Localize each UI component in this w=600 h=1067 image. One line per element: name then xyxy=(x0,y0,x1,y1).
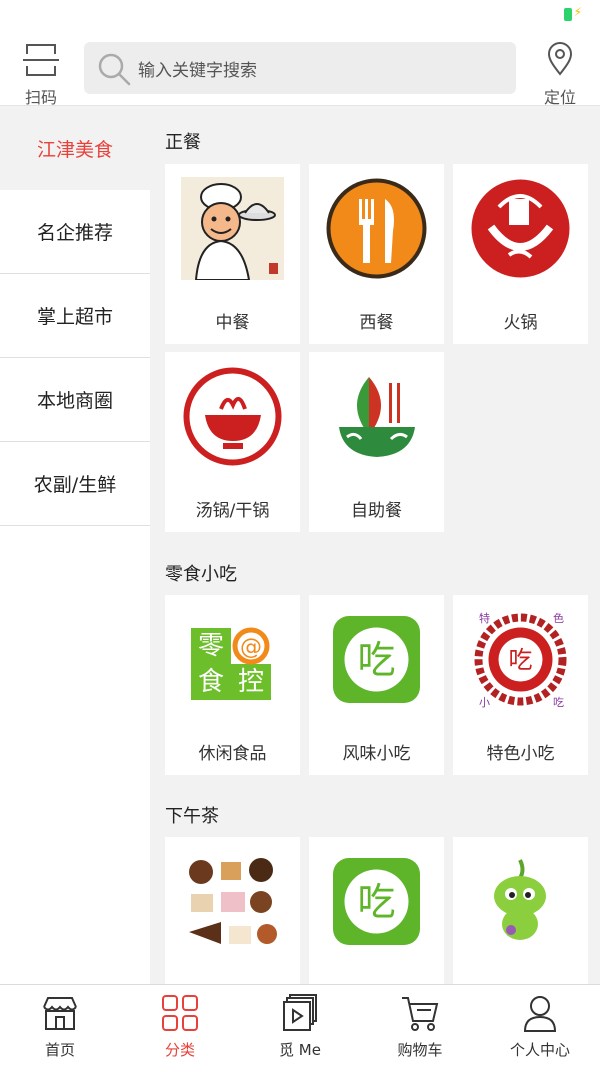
location-pin-icon xyxy=(547,42,573,76)
chi-icon: 吃 xyxy=(333,858,420,945)
person-icon xyxy=(523,996,557,1032)
svg-text:色: 色 xyxy=(553,611,564,625)
category-label: 中餐 xyxy=(215,313,250,333)
mascot-icon xyxy=(494,859,546,940)
category-buffet[interactable]: 自助餐 xyxy=(309,352,444,532)
special-snack-icon: 吃 特 色 小 吃 xyxy=(474,611,567,709)
tab-category[interactable]: 分类 xyxy=(120,985,240,1067)
tab-home[interactable]: 首页 xyxy=(0,985,120,1067)
category-content: 正餐 中餐 西餐 火锅 汤锅/干锅 自助餐 零食小吃 零 食 控 @ 休闲食品 … xyxy=(150,106,600,984)
svg-text:吃: 吃 xyxy=(357,638,395,682)
buffet-icon xyxy=(339,377,415,457)
status-bar: ⚡ xyxy=(0,0,600,30)
category-desserts[interactable] xyxy=(165,837,300,984)
sidebar-item-brand-recommend[interactable]: 名企推荐 xyxy=(0,190,150,274)
tab-cart[interactable]: 购物车 xyxy=(360,985,480,1067)
category-hotpot[interactable]: 火锅 xyxy=(453,164,588,344)
location-button[interactable]: 定位 xyxy=(538,40,582,107)
desserts-icon xyxy=(189,858,277,944)
category-label: 汤锅/干锅 xyxy=(195,501,270,521)
cart-icon xyxy=(402,997,439,1031)
category-leisure-food[interactable]: 零 食 控 @ 休闲食品 xyxy=(165,595,300,775)
chi-icon: 吃 xyxy=(333,616,420,703)
tab-profile[interactable]: 个人中心 xyxy=(480,985,600,1067)
section-title-afternoon-tea: 下午茶 xyxy=(165,806,219,827)
tab-profile-label: 个人中心 xyxy=(509,1041,570,1059)
category-sidebar: 江津美食 名企推荐 掌上超市 本地商圈 农副/生鲜 xyxy=(0,106,150,984)
search-placeholder: 输入关键字搜索 xyxy=(138,61,257,81)
category-special-snacks[interactable]: 吃 特 色 小 吃 特色小吃 xyxy=(453,595,588,775)
category-western-food[interactable]: 西餐 xyxy=(309,164,444,344)
svg-text:控: 控 xyxy=(238,667,264,697)
category-chinese-food[interactable]: 中餐 xyxy=(165,164,300,344)
section-title-meals: 正餐 xyxy=(165,132,201,153)
tab-cart-label: 购物车 xyxy=(397,1041,443,1059)
svg-text:食: 食 xyxy=(198,667,224,697)
tab-home-label: 首页 xyxy=(44,1041,75,1059)
bottom-tab-bar: 首页 分类 觅 Me 购物车 个人中心 xyxy=(0,984,600,1067)
category-tea-mascot[interactable] xyxy=(453,837,588,984)
search-icon xyxy=(98,53,131,86)
category-grid-icon xyxy=(162,995,198,1031)
sidebar-item-jiangjin-food[interactable]: 江津美食 xyxy=(0,106,150,190)
scan-label: 扫码 xyxy=(24,88,57,107)
sidebar-item-supermarket[interactable]: 掌上超市 xyxy=(0,274,150,358)
charging-icon: ⚡ xyxy=(573,5,582,19)
snack-logo-text: 零 xyxy=(198,631,224,661)
category-flavor-snacks[interactable]: 吃 风味小吃 xyxy=(309,595,444,775)
svg-text:@: @ xyxy=(240,635,262,660)
category-soup-pot[interactable]: 汤锅/干锅 xyxy=(165,352,300,532)
search-input[interactable]: 输入关键字搜索 xyxy=(84,42,516,94)
category-label: 自助餐 xyxy=(351,501,402,521)
location-label: 定位 xyxy=(543,88,576,107)
category-label: 特色小吃 xyxy=(486,744,555,764)
hotpot-icon xyxy=(471,179,570,278)
scan-button[interactable]: 扫码 xyxy=(18,40,64,107)
battery-icon xyxy=(564,8,572,21)
svg-text:吃: 吃 xyxy=(357,880,395,924)
category-label: 火锅 xyxy=(503,313,538,333)
category-label: 休闲食品 xyxy=(198,744,267,764)
scan-icon xyxy=(23,44,59,76)
svg-text:特: 特 xyxy=(479,611,490,625)
tab-category-label: 分类 xyxy=(164,1041,195,1059)
tab-find-me[interactable]: 觅 Me xyxy=(240,985,360,1067)
svg-text:吃: 吃 xyxy=(553,696,564,709)
category-label: 西餐 xyxy=(359,313,394,333)
svg-text:吃: 吃 xyxy=(509,646,533,674)
fork-knife-icon xyxy=(326,178,427,279)
section-title-snacks: 零食小吃 xyxy=(165,564,237,585)
tab-find-me-label: 觅 Me xyxy=(279,1041,321,1059)
category-label: 风味小吃 xyxy=(342,744,411,764)
soup-pot-icon xyxy=(183,367,282,466)
svg-text:小: 小 xyxy=(479,696,490,709)
category-afternoon-snacks[interactable]: 吃 xyxy=(309,837,444,984)
chef-icon xyxy=(181,177,284,280)
sidebar-item-fresh-produce[interactable]: 农副/生鲜 xyxy=(0,442,150,526)
snack-logo-icon: 零 食 控 @ xyxy=(191,627,271,700)
store-icon xyxy=(43,997,77,1030)
top-bar: 扫码 输入关键字搜索 定位 xyxy=(0,30,600,107)
sidebar-item-local-business[interactable]: 本地商圈 xyxy=(0,358,150,442)
video-icon xyxy=(283,994,317,1031)
